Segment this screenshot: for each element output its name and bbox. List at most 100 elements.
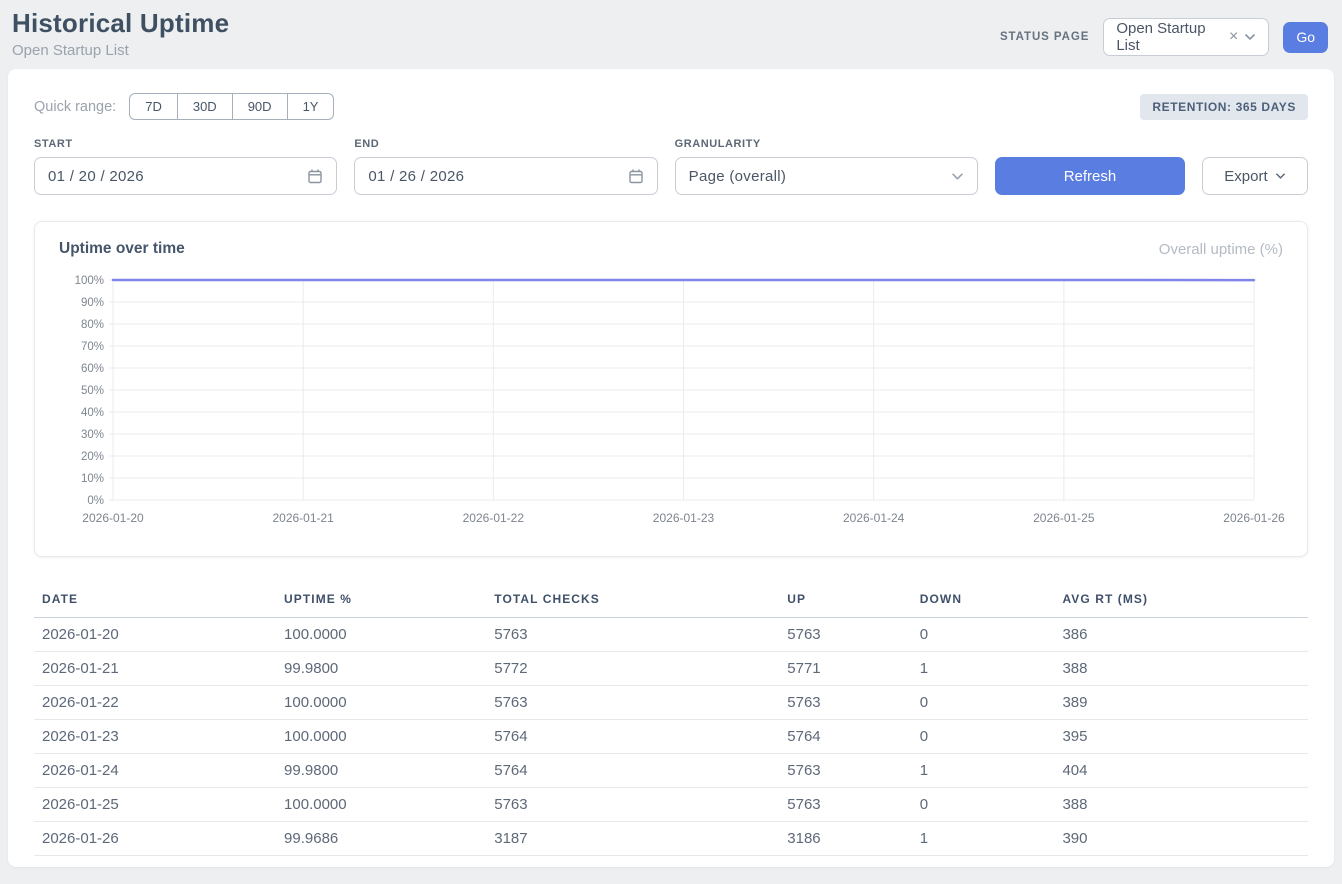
table-row: 2026-01-2699.9686318731861390 [34,822,1308,856]
uptime-chart-card: Uptime over time Overall uptime (%) 0%10… [34,221,1308,557]
svg-text:30%: 30% [81,429,104,441]
chart-title: Uptime over time [59,240,185,258]
status-page-controls: STATUS PAGE Open Startup List × Go [1000,18,1328,56]
table-cell: 5764 [779,720,911,754]
svg-text:100%: 100% [75,275,104,287]
table-cell: 404 [1054,754,1308,788]
table-cell: 100.0000 [276,686,486,720]
quick-range-90d-button[interactable]: 90D [232,93,288,120]
table-cell: 2026-01-25 [34,788,276,822]
table-cell: 5764 [486,720,779,754]
table-cell: 5763 [486,788,779,822]
table-cell: 2026-01-22 [34,686,276,720]
granularity-value: Page (overall) [689,168,787,185]
table-cell: 99.9686 [276,822,486,856]
table-cell: 3186 [779,822,911,856]
table-cell: 100.0000 [276,720,486,754]
calendar-icon[interactable] [628,168,644,184]
main-panel: Quick range: 7D30D90D1Y RETENTION: 365 D… [8,69,1334,867]
table-cell: 99.9800 [276,652,486,686]
table-cell: 388 [1054,788,1308,822]
svg-text:60%: 60% [81,363,104,375]
svg-text:50%: 50% [81,385,104,397]
status-page-value: Open Startup List [1116,20,1221,54]
svg-text:2026-01-23: 2026-01-23 [653,511,715,525]
svg-text:70%: 70% [81,341,104,353]
svg-text:40%: 40% [81,407,104,419]
table-cell: 2026-01-21 [34,652,276,686]
table-cell: 1 [912,754,1055,788]
table-cell: 389 [1054,686,1308,720]
granularity-label: GRANULARITY [675,138,978,150]
page-subtitle: Open Startup List [12,42,229,59]
refresh-button[interactable]: Refresh [995,157,1185,195]
table-cell: 395 [1054,720,1308,754]
end-date-label: END [354,138,657,150]
chart-legend: Overall uptime (%) [1159,241,1283,258]
granularity-select[interactable]: Page (overall) [675,157,978,195]
table-header-cell: DATE [34,583,276,618]
table-header-cell: DOWN [912,583,1055,618]
quick-range-7d-button[interactable]: 7D [129,93,178,120]
export-button-label: Export [1224,168,1267,185]
table-cell: 0 [912,788,1055,822]
granularity-field-group: GRANULARITY Page (overall) [675,138,978,195]
svg-text:10%: 10% [81,473,104,485]
table-cell: 5764 [486,754,779,788]
table-header-cell: TOTAL CHECKS [486,583,779,618]
end-date-value: 01 / 26 / 2026 [368,168,464,185]
table-cell: 100.0000 [276,788,486,822]
table-cell: 2026-01-26 [34,822,276,856]
end-date-input[interactable]: 01 / 26 / 2026 [354,157,657,195]
table-cell: 5772 [486,652,779,686]
table-cell: 5763 [486,686,779,720]
go-button[interactable]: Go [1283,22,1328,53]
table-cell: 1 [912,652,1055,686]
svg-text:2026-01-25: 2026-01-25 [1033,511,1095,525]
svg-text:2026-01-20: 2026-01-20 [82,511,144,525]
chevron-down-icon [1244,33,1256,41]
status-page-select[interactable]: Open Startup List × [1103,18,1269,56]
clear-icon[interactable]: × [1229,29,1238,45]
table-cell: 99.9800 [276,754,486,788]
quick-range-30d-button[interactable]: 30D [177,93,233,120]
table-cell: 2026-01-23 [34,720,276,754]
table-cell: 390 [1054,822,1308,856]
svg-text:2026-01-24: 2026-01-24 [843,511,905,525]
table-header-cell: UP [779,583,911,618]
uptime-line-chart: 0%10%20%30%40%50%60%70%80%90%100%2026-01… [59,272,1285,534]
table-cell: 386 [1054,618,1308,652]
start-date-label: START [34,138,337,150]
table-cell: 100.0000 [276,618,486,652]
table-cell: 388 [1054,652,1308,686]
start-date-input[interactable]: 01 / 20 / 2026 [34,157,337,195]
filter-row: START 01 / 20 / 2026 END 01 / 26 / 2026 … [34,138,1308,195]
quick-range-1y-button[interactable]: 1Y [287,93,335,120]
table-row: 2026-01-25100.0000576357630388 [34,788,1308,822]
table-cell: 5771 [779,652,911,686]
uptime-table: DATEUPTIME %TOTAL CHECKSUPDOWNAVG RT (MS… [34,583,1308,856]
title-block: Historical Uptime Open Startup List [12,8,229,59]
table-cell: 5763 [486,618,779,652]
table-cell: 2026-01-24 [34,754,276,788]
svg-text:20%: 20% [81,451,104,463]
page-title: Historical Uptime [12,8,229,39]
table-header-row: DATEUPTIME %TOTAL CHECKSUPDOWNAVG RT (MS… [34,583,1308,618]
end-date-field-group: END 01 / 26 / 2026 [354,138,657,195]
table-cell: 0 [912,720,1055,754]
svg-text:80%: 80% [81,319,104,331]
export-button[interactable]: Export [1202,157,1308,195]
chevron-down-icon [1275,172,1286,180]
table-cell: 5763 [779,618,911,652]
quick-range-label: Quick range: [34,99,116,115]
page-header: Historical Uptime Open Startup List STAT… [0,0,1342,69]
start-date-value: 01 / 20 / 2026 [48,168,144,185]
svg-text:90%: 90% [81,297,104,309]
start-date-field-group: START 01 / 20 / 2026 [34,138,337,195]
table-row: 2026-01-22100.0000576357630389 [34,686,1308,720]
calendar-icon[interactable] [307,168,323,184]
table-row: 2026-01-23100.0000576457640395 [34,720,1308,754]
table-cell: 0 [912,686,1055,720]
table-cell: 5763 [779,788,911,822]
chevron-down-icon [951,172,964,181]
